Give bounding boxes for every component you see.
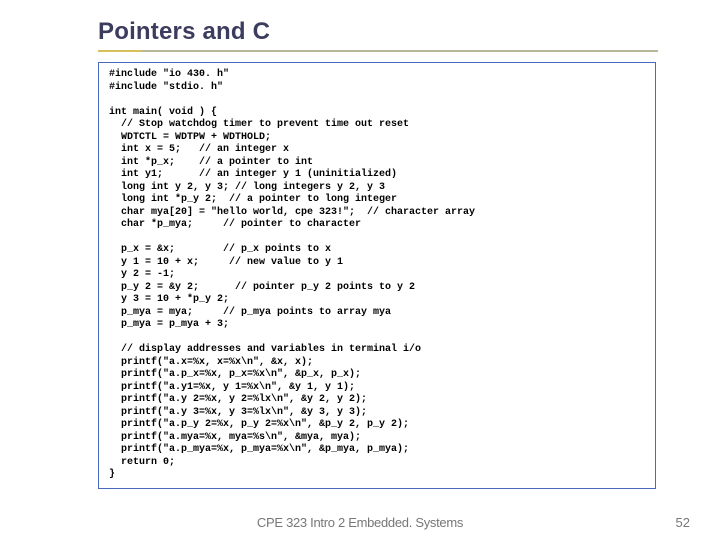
title-underline <box>98 50 658 52</box>
title-block: Pointers and C <box>98 18 692 52</box>
title-underline-accent <box>98 50 142 52</box>
page-number: 52 <box>676 515 690 530</box>
footer-text: CPE 323 Intro 2 Embedded. Systems <box>0 515 720 530</box>
slide-title: Pointers and C <box>98 18 692 46</box>
code-block: #include "io 430. h" #include "stdio. h"… <box>98 62 656 489</box>
left-accent <box>0 0 70 540</box>
